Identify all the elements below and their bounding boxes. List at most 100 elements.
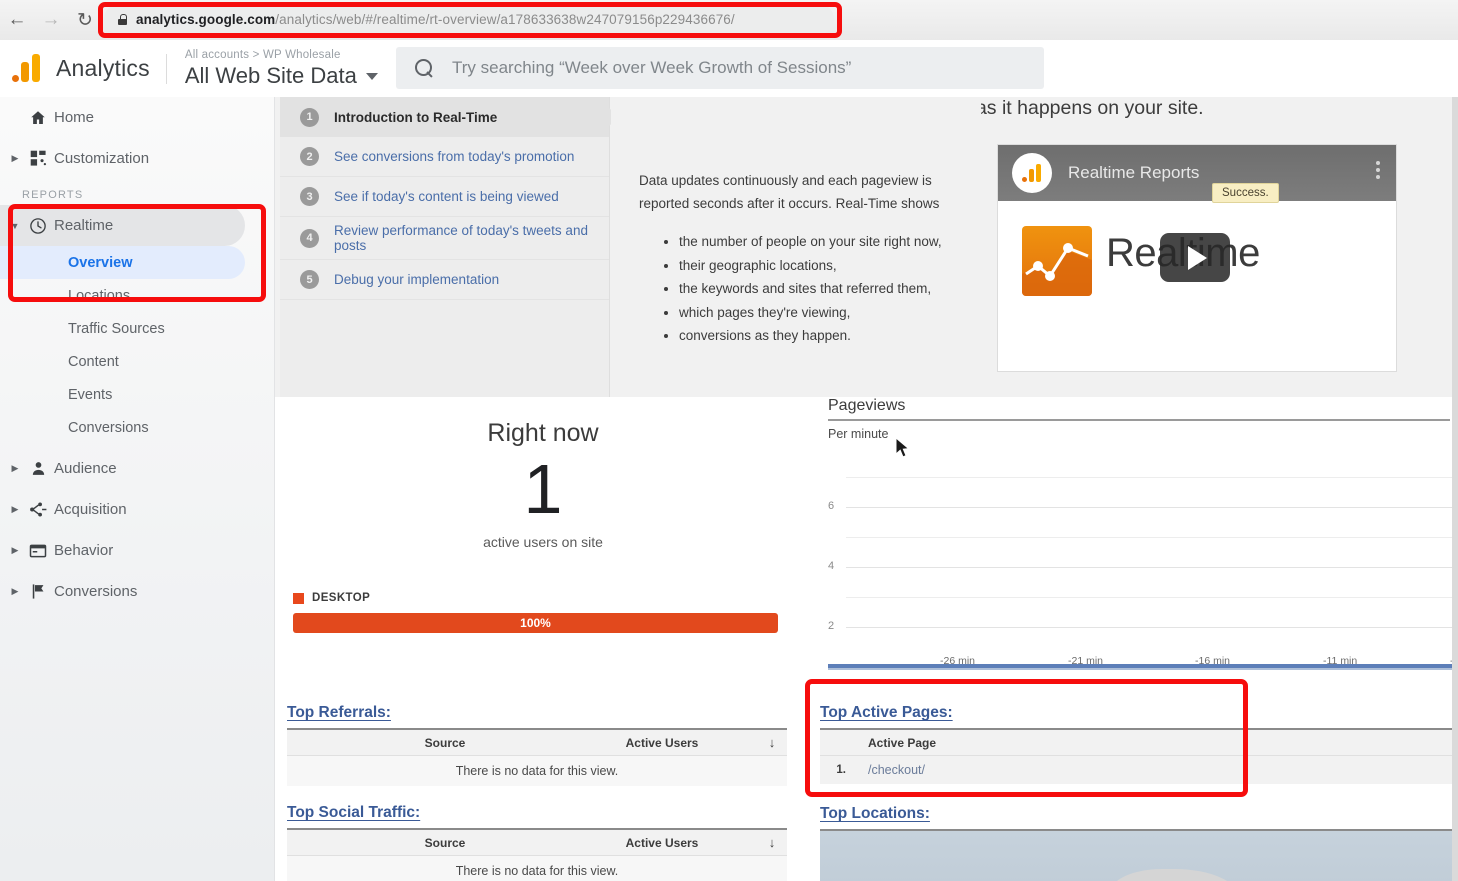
intro-step-4[interactable]: 4 Review performance of today's tweets a… (280, 217, 609, 260)
chart-subtitle: Per minute (828, 427, 889, 441)
empty-state-text: There is no data for this view. (287, 856, 787, 881)
customization-icon (22, 150, 54, 167)
sidebar-item-events[interactable]: Events (0, 378, 274, 411)
chevron-right-icon[interactable]: ▶ (8, 586, 22, 597)
source-column-header: Source (424, 835, 466, 850)
search-input[interactable]: Try searching “Week over Week Growth of … (396, 47, 1044, 89)
table-row[interactable]: 1. /checkout/ (820, 756, 1458, 784)
address-bar[interactable]: analytics.google.com/analytics/web/#/rea… (104, 4, 834, 34)
intro-steps-list: 1 Introduction to Real-Time 2 See conver… (280, 97, 619, 397)
chart-title: Pageviews (828, 397, 906, 414)
top-locations-title: Top Locations: (820, 805, 930, 822)
intro-step-5[interactable]: 5 Debug your implementation (280, 260, 609, 300)
row-page-link[interactable]: /checkout/ (856, 763, 1458, 777)
chart-title-rule (828, 419, 1450, 421)
y-axis-tick-6: 6 (828, 500, 835, 512)
sidebar-item-content-label: Content (68, 353, 119, 370)
sidebar-item-traffic-sources-label: Traffic Sources (68, 320, 165, 337)
gridline (846, 627, 1458, 628)
chevron-down-small-icon[interactable]: ▼ (8, 221, 22, 231)
sidebar-item-acquisition[interactable]: ▶ Acquisition (0, 489, 274, 530)
chevron-right-icon[interactable]: ▶ (8, 504, 22, 515)
step-number: 1 (300, 107, 319, 127)
list-item: which pages they're viewing, (679, 302, 965, 325)
gridline (846, 597, 1458, 598)
channel-avatar-icon (1012, 153, 1052, 193)
sidebar-item-overview[interactable]: Overview (0, 246, 245, 279)
top-social-block: Top Social Traffic: Source Active Users … (287, 804, 787, 881)
sidebar-item-acquisition-label: Acquisition (54, 501, 127, 518)
intro-step-2[interactable]: 2 See conversions from today's promotion (280, 137, 609, 177)
sidebar-item-home-label: Home (54, 109, 95, 126)
sidebar-item-realtime-conversions-label: Conversions (68, 419, 149, 436)
list-item: their geographic locations, (679, 255, 965, 278)
intro-step-1[interactable]: 1 Introduction to Real-Time (280, 97, 619, 137)
view-name[interactable]: All Web Site Data (185, 63, 378, 89)
chevron-right-icon[interactable]: ▶ (8, 545, 22, 556)
more-options-icon[interactable] (1376, 161, 1380, 182)
analytics-logo-icon (10, 53, 44, 84)
acquisition-icon (22, 500, 54, 519)
sidebar-item-traffic-sources[interactable]: Traffic Sources (0, 312, 274, 345)
reload-icon[interactable]: ↻ (68, 3, 102, 37)
top-referrals-block: Top Referrals: Source Active Users ↓ The… (287, 704, 787, 786)
top-social-title: Top Social Traffic: (287, 804, 421, 821)
sort-descending-icon[interactable]: ↓ (757, 835, 787, 850)
sidebar-item-realtime[interactable]: ▼ Realtime (0, 205, 245, 246)
sidebar-item-home[interactable]: Home (0, 97, 274, 138)
scrollbar-track[interactable] (1452, 97, 1458, 881)
device-legend: DESKTOP (293, 592, 803, 604)
list-item: the number of people on your site right … (679, 231, 965, 254)
behavior-icon (22, 542, 54, 560)
top-active-pages-table: Active Page 1. /checkout/ (820, 728, 1458, 784)
right-now-title: Right now (487, 419, 599, 447)
video-thumbnail[interactable]: Realtime (998, 201, 1396, 371)
step-number: 5 (300, 270, 319, 289)
step-number: 3 (300, 187, 319, 206)
intro-body: Data updates continuously and each pagev… (611, 97, 981, 397)
sidebar-item-content[interactable]: Content (0, 345, 274, 378)
sidebar-item-locations-label: Locations (68, 287, 131, 304)
device-share-bar: 100% (293, 613, 778, 633)
intro-video-card[interactable]: Realtime Reports Realtime (997, 144, 1397, 372)
sort-descending-icon[interactable]: ↓ (757, 735, 787, 750)
intro-step-2-label: See conversions from today's promotion (334, 149, 575, 164)
sidebar-item-events-label: Events (68, 386, 113, 403)
pageviews-chart: Pageviews Per minute 6 4 2 -26 min -21 m… (820, 397, 1458, 682)
header-divider (165, 53, 167, 84)
chart-plot-area: 6 4 2 (828, 449, 1458, 654)
intro-step-4-label: Review performance of today's tweets and… (334, 223, 588, 253)
sidebar-item-locations[interactable]: Locations (0, 279, 274, 312)
forward-arrow-icon[interactable]: → (34, 3, 68, 37)
back-arrow-icon[interactable]: ← (0, 3, 34, 37)
table-header-row: Active Page (820, 730, 1458, 756)
chevron-right-icon[interactable]: ▶ (8, 153, 22, 164)
list-item: conversions as they happen. (679, 325, 965, 348)
play-button-icon[interactable] (1160, 233, 1230, 282)
sidebar-item-customization-label: Customization (54, 150, 150, 167)
browser-toolbar: ← → ↻ analytics.google.com/analytics/web… (0, 0, 1458, 40)
chevron-right-icon[interactable]: ▶ (8, 463, 22, 474)
mouse-cursor-icon (895, 436, 911, 464)
sidebar-item-realtime-conversions[interactable]: Conversions (0, 411, 274, 444)
sidebar-item-conversions[interactable]: ▶ Conversions (0, 571, 274, 612)
search-icon (414, 58, 434, 78)
sidebar-item-behavior[interactable]: ▶ Behavior (0, 530, 274, 571)
locations-map[interactable] (820, 829, 1458, 881)
screen-root: ← → ↻ analytics.google.com/analytics/web… (0, 0, 1458, 881)
intro-step-3[interactable]: 3 See if today's content is being viewed (280, 177, 609, 217)
active-page-column-header: Active Page (868, 735, 937, 750)
intro-step-1-label: Introduction to Real-Time (334, 109, 498, 125)
sidebar-item-customization[interactable]: ▶ Customization (0, 138, 274, 179)
video-channel-title: Realtime Reports (1068, 163, 1200, 182)
top-active-pages-title: Top Active Pages: (820, 704, 953, 721)
chart-baseline-shadow (828, 668, 1458, 670)
sidebar-item-audience[interactable]: ▶ Audience (0, 448, 274, 489)
view-name-label: All Web Site Data (184, 63, 357, 88)
row-rank: 1. (836, 764, 846, 776)
gridline (846, 507, 1458, 508)
sidebar-item-behavior-label: Behavior (54, 542, 114, 559)
account-selector[interactable]: All accounts > WP Wholesale All Web Site… (185, 48, 378, 89)
top-referrals-table: Source Active Users ↓ There is no data f… (287, 728, 787, 786)
chevron-down-icon[interactable] (365, 72, 378, 80)
